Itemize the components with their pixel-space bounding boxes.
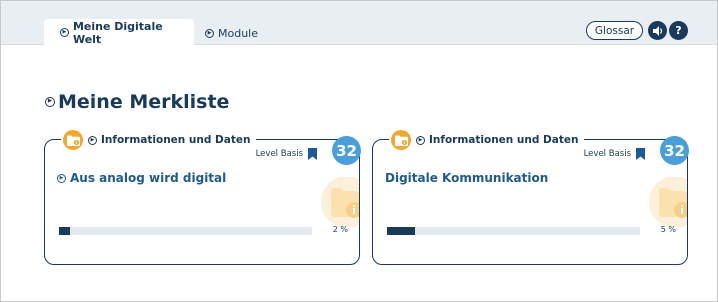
page-title-text: Meine Merkliste (58, 91, 230, 113)
tab-module[interactable]: ▶ Module (201, 23, 258, 43)
play-circle-icon: ▶ (57, 173, 66, 183)
category-text: Informationen und Daten (429, 134, 579, 146)
play-circle-icon: ▶ (205, 28, 214, 38)
tab-meine-digitale-welt[interactable]: ▶ Meine Digitale Welt (44, 19, 194, 46)
play-circle-icon: ▶ (416, 135, 425, 145)
audio-button[interactable] (648, 21, 667, 40)
progress-bar-fill (387, 227, 415, 235)
module-number-badge: 32 (332, 136, 361, 165)
progress-percent: 2 % (332, 225, 348, 234)
card-category-label: ▶ Informationen und Daten (416, 134, 578, 146)
progress-bar-fill (59, 227, 70, 235)
folder-info-icon (391, 130, 411, 150)
play-circle-icon: ▶ (88, 135, 97, 145)
glossar-button[interactable]: Glossar (586, 21, 643, 40)
card-category: ▶ Informationen und Daten (61, 129, 257, 151)
bookmark-icon[interactable] (636, 148, 645, 160)
tab-label: Meine Digitale Welt (72, 19, 163, 46)
progress-bar (387, 227, 640, 235)
bookmark-icon[interactable] (308, 148, 317, 160)
play-circle-icon: ▶ (45, 97, 55, 107)
card-title[interactable]: Digitale Kommunikation (385, 171, 548, 185)
speaker-icon (652, 25, 662, 36)
module-number-badge: 32 (660, 136, 689, 165)
level-label: Level Basis (583, 149, 631, 159)
page-title: ▶ Meine Merkliste (45, 91, 229, 113)
level-label: Level Basis (255, 149, 303, 159)
card-title-text: Aus analog wird digital (70, 171, 227, 185)
module-card[interactable]: ▶ Informationen und Daten Level Basis 32… (372, 129, 689, 265)
category-text: Informationen und Daten (101, 134, 251, 146)
help-icon: ? (675, 24, 682, 37)
play-circle-icon: ▶ (60, 28, 69, 37)
folder-watermark-icon (319, 177, 359, 227)
progress-bar (59, 227, 312, 235)
progress-percent: 5 % (660, 225, 676, 234)
card-category-label: ▶ Informationen und Daten (88, 134, 250, 146)
card-title-text: Digitale Kommunikation (385, 171, 549, 185)
tab-label: Module (218, 26, 258, 40)
module-card[interactable]: ▶ Informationen und Daten Level Basis 32… (44, 129, 361, 265)
folder-watermark-icon (647, 177, 687, 227)
help-button[interactable]: ? (669, 21, 688, 40)
top-navigation-bar: ▶ Meine Digitale Welt ▶ Module Glossar ? (1, 1, 717, 46)
card-category: ▶ Informationen und Daten (389, 129, 585, 151)
card-title[interactable]: ▶ Aus analog wird digital (57, 171, 226, 185)
folder-info-icon (63, 130, 83, 150)
glossar-label: Glossar (594, 24, 635, 37)
